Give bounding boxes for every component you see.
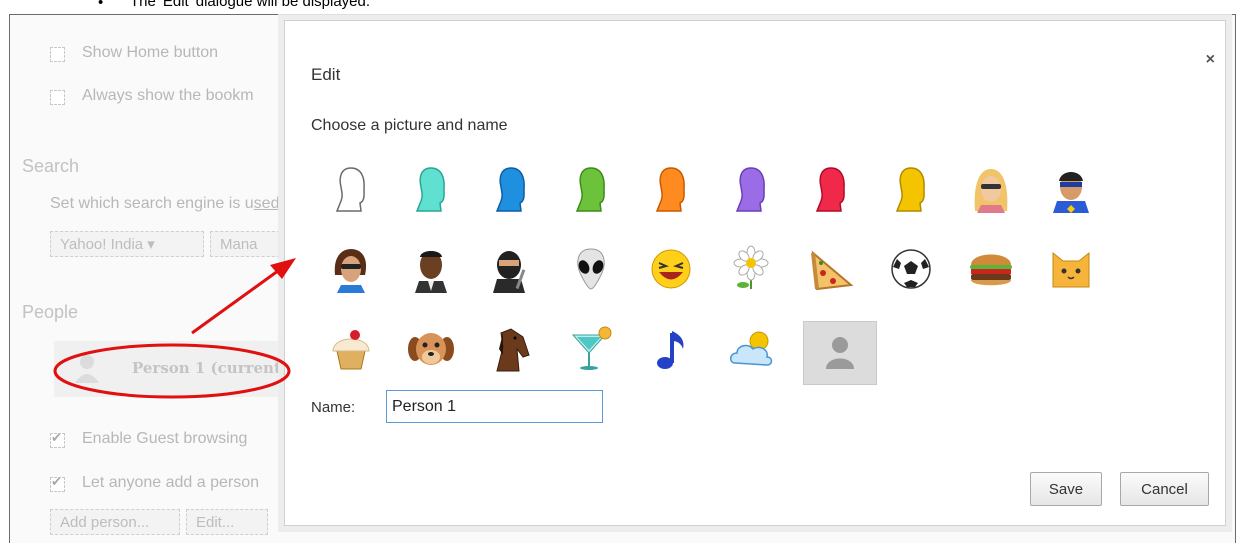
- show-home-checkbox[interactable]: [50, 47, 65, 62]
- guest-browsing-checkbox[interactable]: [50, 430, 65, 448]
- always-bookmarks-label: Always show the bookm: [82, 87, 254, 104]
- blue-silhouette-icon[interactable]: [483, 161, 539, 217]
- person-name-label: Person 1 (current): [132, 359, 288, 377]
- teal-silhouette-icon[interactable]: [403, 161, 459, 217]
- green-silhouette-icon[interactable]: [563, 161, 619, 217]
- soccer-ball-icon[interactable]: [883, 241, 939, 297]
- let-anyone-add-label: Let anyone add a person: [82, 474, 260, 491]
- daisy-flower-icon[interactable]: [723, 241, 779, 297]
- choose-picture-subtitle: Choose a picture and name: [311, 117, 508, 134]
- orange-cat-icon[interactable]: [1043, 241, 1099, 297]
- search-desc-link[interactable]: sed: [254, 195, 280, 212]
- ninja-icon[interactable]: [483, 241, 539, 297]
- sun-cloud-icon[interactable]: [723, 321, 779, 377]
- let-anyone-add-checkbox[interactable]: [50, 474, 65, 492]
- yellow-silhouette-icon[interactable]: [883, 161, 939, 217]
- red-silhouette-icon[interactable]: [803, 161, 859, 217]
- add-person-button[interactable]: Add person...: [50, 509, 180, 535]
- bullet-glyph: •: [98, 0, 104, 11]
- dialog-title: Edit: [311, 65, 341, 84]
- people-heading: People: [22, 302, 79, 322]
- brunette-woman-icon[interactable]: [323, 241, 379, 297]
- save-button[interactable]: Save: [1030, 472, 1102, 506]
- cancel-button[interactable]: Cancel: [1120, 472, 1209, 506]
- laughing-smiley-icon[interactable]: [643, 241, 699, 297]
- dropdown-arrow-icon: ▾: [147, 236, 155, 253]
- manage-search-engines-button[interactable]: Mana: [210, 231, 280, 257]
- superhero-icon[interactable]: [1043, 161, 1099, 217]
- generic-gray-person-icon[interactable]: [803, 321, 877, 385]
- hamburger-icon[interactable]: [963, 241, 1019, 297]
- brown-horse-icon[interactable]: [483, 321, 539, 377]
- settings-page-background: Show Home button Always show the bookm S…: [10, 15, 314, 543]
- cocktail-glass-icon[interactable]: [563, 321, 619, 377]
- orange-silhouette-icon[interactable]: [643, 161, 699, 217]
- puppy-dog-icon[interactable]: [403, 321, 459, 377]
- edit-person-button[interactable]: Edit...: [186, 509, 268, 535]
- search-description: Set which search engine is used: [50, 195, 280, 212]
- close-icon[interactable]: ×: [1206, 51, 1215, 69]
- pizza-slice-icon[interactable]: [803, 241, 859, 297]
- guest-browsing-label: Enable Guest browsing: [82, 430, 248, 447]
- cupcake-icon[interactable]: [323, 321, 379, 377]
- blonde-woman-sunglasses-icon[interactable]: [963, 161, 1019, 217]
- purple-silhouette-icon[interactable]: [723, 161, 779, 217]
- person-avatar-icon: [75, 355, 99, 383]
- alien-icon[interactable]: [563, 241, 619, 297]
- always-bookmarks-checkbox[interactable]: [50, 90, 65, 105]
- document-caption: • The 'Edit' dialogue will be displayed.: [0, 0, 1237, 14]
- name-label: Name:: [311, 399, 356, 416]
- search-engine-select[interactable]: Yahoo! India ▾: [50, 231, 204, 257]
- name-input[interactable]: [386, 390, 603, 423]
- music-note-icon[interactable]: [643, 321, 699, 377]
- businessman-icon[interactable]: [403, 241, 459, 297]
- search-heading: Search: [22, 156, 80, 176]
- caption-text: The 'Edit' dialogue will be displayed.: [130, 0, 371, 10]
- show-home-label: Show Home button: [82, 44, 219, 61]
- edit-profile-dialog: Edit × Choose a picture and name Name: S…: [284, 20, 1226, 526]
- person-list-item[interactable]: Person 1 (current): [54, 341, 314, 397]
- white-silhouette-icon[interactable]: [323, 161, 379, 217]
